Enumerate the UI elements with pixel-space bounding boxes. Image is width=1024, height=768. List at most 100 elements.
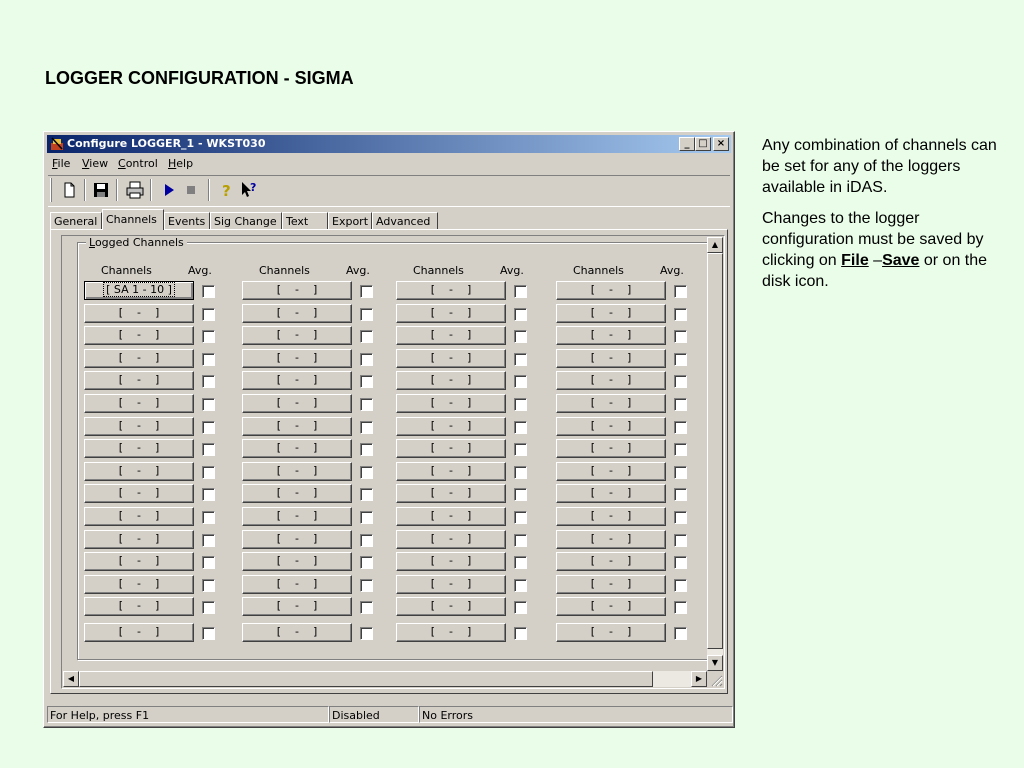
channel-selector-button[interactable]: [ - ]	[242, 623, 352, 642]
avg-checkbox[interactable]	[674, 534, 687, 547]
channel-selector-button[interactable]: [ - ]	[396, 507, 506, 526]
channel-selector-button[interactable]: [ - ]	[556, 326, 666, 345]
avg-checkbox[interactable]	[360, 488, 373, 501]
channel-selector-button[interactable]: [ - ]	[556, 530, 666, 549]
avg-checkbox[interactable]	[514, 466, 527, 479]
avg-checkbox[interactable]	[202, 308, 215, 321]
avg-checkbox[interactable]	[514, 375, 527, 388]
avg-checkbox[interactable]	[360, 466, 373, 479]
save-disk-icon[interactable]	[90, 179, 112, 201]
avg-checkbox[interactable]	[360, 398, 373, 411]
avg-checkbox[interactable]	[202, 601, 215, 614]
avg-checkbox[interactable]	[360, 353, 373, 366]
avg-checkbox[interactable]	[360, 601, 373, 614]
avg-checkbox[interactable]	[514, 556, 527, 569]
channel-selector-button[interactable]: [ - ]	[242, 417, 352, 436]
channel-selector-button[interactable]: [ - ]	[84, 623, 194, 642]
channel-selector-button[interactable]: [ - ]	[396, 597, 506, 616]
channel-selector-button[interactable]: [ - ]	[396, 371, 506, 390]
channel-selector-button[interactable]: [ - ]	[556, 349, 666, 368]
avg-checkbox[interactable]	[202, 579, 215, 592]
channel-selector-button[interactable]: [ SA 1 - 10 ]	[84, 281, 194, 300]
vertical-scrollbar[interactable]: ▲ ▼	[707, 237, 723, 671]
avg-checkbox[interactable]	[360, 627, 373, 640]
avg-checkbox[interactable]	[360, 556, 373, 569]
avg-checkbox[interactable]	[360, 421, 373, 434]
horizontal-scrollbar[interactable]: ◀ ▶	[63, 671, 707, 687]
avg-checkbox[interactable]	[514, 443, 527, 456]
avg-checkbox[interactable]	[674, 308, 687, 321]
channel-selector-button[interactable]: [ - ]	[556, 597, 666, 616]
channel-selector-button[interactable]: [ - ]	[84, 462, 194, 481]
avg-checkbox[interactable]	[674, 511, 687, 524]
menu-help[interactable]: Help	[168, 157, 193, 170]
channel-selector-button[interactable]: [ - ]	[242, 326, 352, 345]
channel-selector-button[interactable]: [ - ]	[84, 484, 194, 503]
avg-checkbox[interactable]	[514, 488, 527, 501]
avg-checkbox[interactable]	[202, 285, 215, 298]
channel-selector-button[interactable]: [ - ]	[84, 439, 194, 458]
channel-selector-button[interactable]: [ - ]	[396, 484, 506, 503]
channel-selector-button[interactable]: [ - ]	[556, 371, 666, 390]
channel-selector-button[interactable]: [ - ]	[84, 530, 194, 549]
scroll-down-arrow-icon[interactable]: ▼	[707, 655, 723, 671]
scroll-right-arrow-icon[interactable]: ▶	[691, 671, 707, 687]
avg-checkbox[interactable]	[674, 627, 687, 640]
avg-checkbox[interactable]	[514, 330, 527, 343]
channel-selector-button[interactable]: [ - ]	[84, 597, 194, 616]
minimize-button[interactable]: _	[679, 137, 695, 151]
avg-checkbox[interactable]	[674, 375, 687, 388]
channel-selector-button[interactable]: [ - ]	[84, 371, 194, 390]
channel-selector-button[interactable]: [ - ]	[556, 304, 666, 323]
play-icon[interactable]	[158, 179, 180, 201]
avg-checkbox[interactable]	[514, 534, 527, 547]
tab-advanced[interactable]: Advanced	[372, 212, 438, 229]
avg-checkbox[interactable]	[202, 627, 215, 640]
channel-selector-button[interactable]: [ - ]	[242, 462, 352, 481]
avg-checkbox[interactable]	[360, 534, 373, 547]
avg-checkbox[interactable]	[674, 488, 687, 501]
channel-selector-button[interactable]: [ - ]	[556, 281, 666, 300]
avg-checkbox[interactable]	[202, 488, 215, 501]
channel-selector-button[interactable]: [ - ]	[556, 575, 666, 594]
avg-checkbox[interactable]	[514, 601, 527, 614]
avg-checkbox[interactable]	[674, 443, 687, 456]
channel-selector-button[interactable]: [ - ]	[556, 439, 666, 458]
channel-selector-button[interactable]: [ - ]	[556, 394, 666, 413]
channel-selector-button[interactable]: [ - ]	[396, 439, 506, 458]
vertical-scroll-thumb[interactable]	[707, 253, 723, 649]
channel-selector-button[interactable]: [ - ]	[242, 597, 352, 616]
channel-selector-button[interactable]: [ - ]	[396, 552, 506, 571]
scroll-left-arrow-icon[interactable]: ◀	[63, 671, 79, 687]
channel-selector-button[interactable]: [ - ]	[84, 552, 194, 571]
channel-selector-button[interactable]: [ - ]	[396, 349, 506, 368]
channel-selector-button[interactable]: [ - ]	[84, 575, 194, 594]
channel-selector-button[interactable]: [ - ]	[242, 552, 352, 571]
avg-checkbox[interactable]	[202, 398, 215, 411]
help-icon[interactable]: ?	[216, 179, 238, 201]
menu-file[interactable]: File	[52, 157, 70, 170]
avg-checkbox[interactable]	[514, 627, 527, 640]
channel-selector-button[interactable]: [ - ]	[84, 326, 194, 345]
channel-selector-button[interactable]: [ - ]	[84, 349, 194, 368]
avg-checkbox[interactable]	[514, 398, 527, 411]
menu-control[interactable]: Control	[118, 157, 158, 170]
scroll-up-arrow-icon[interactable]: ▲	[707, 237, 723, 253]
stop-icon[interactable]	[180, 179, 202, 201]
avg-checkbox[interactable]	[202, 443, 215, 456]
channel-selector-button[interactable]: [ - ]	[396, 530, 506, 549]
context-help-icon[interactable]: ?	[238, 179, 260, 201]
channel-selector-button[interactable]: [ - ]	[396, 417, 506, 436]
channel-selector-button[interactable]: [ - ]	[396, 575, 506, 594]
channel-selector-button[interactable]: [ - ]	[84, 394, 194, 413]
tab-sig-change[interactable]: Sig Change	[210, 212, 282, 229]
avg-checkbox[interactable]	[674, 398, 687, 411]
avg-checkbox[interactable]	[360, 308, 373, 321]
avg-checkbox[interactable]	[674, 579, 687, 592]
avg-checkbox[interactable]	[202, 511, 215, 524]
tab-text[interactable]: Text	[282, 212, 328, 229]
channel-selector-button[interactable]: [ - ]	[242, 530, 352, 549]
toolbar-grip[interactable]	[50, 178, 52, 202]
avg-checkbox[interactable]	[514, 511, 527, 524]
avg-checkbox[interactable]	[674, 285, 687, 298]
